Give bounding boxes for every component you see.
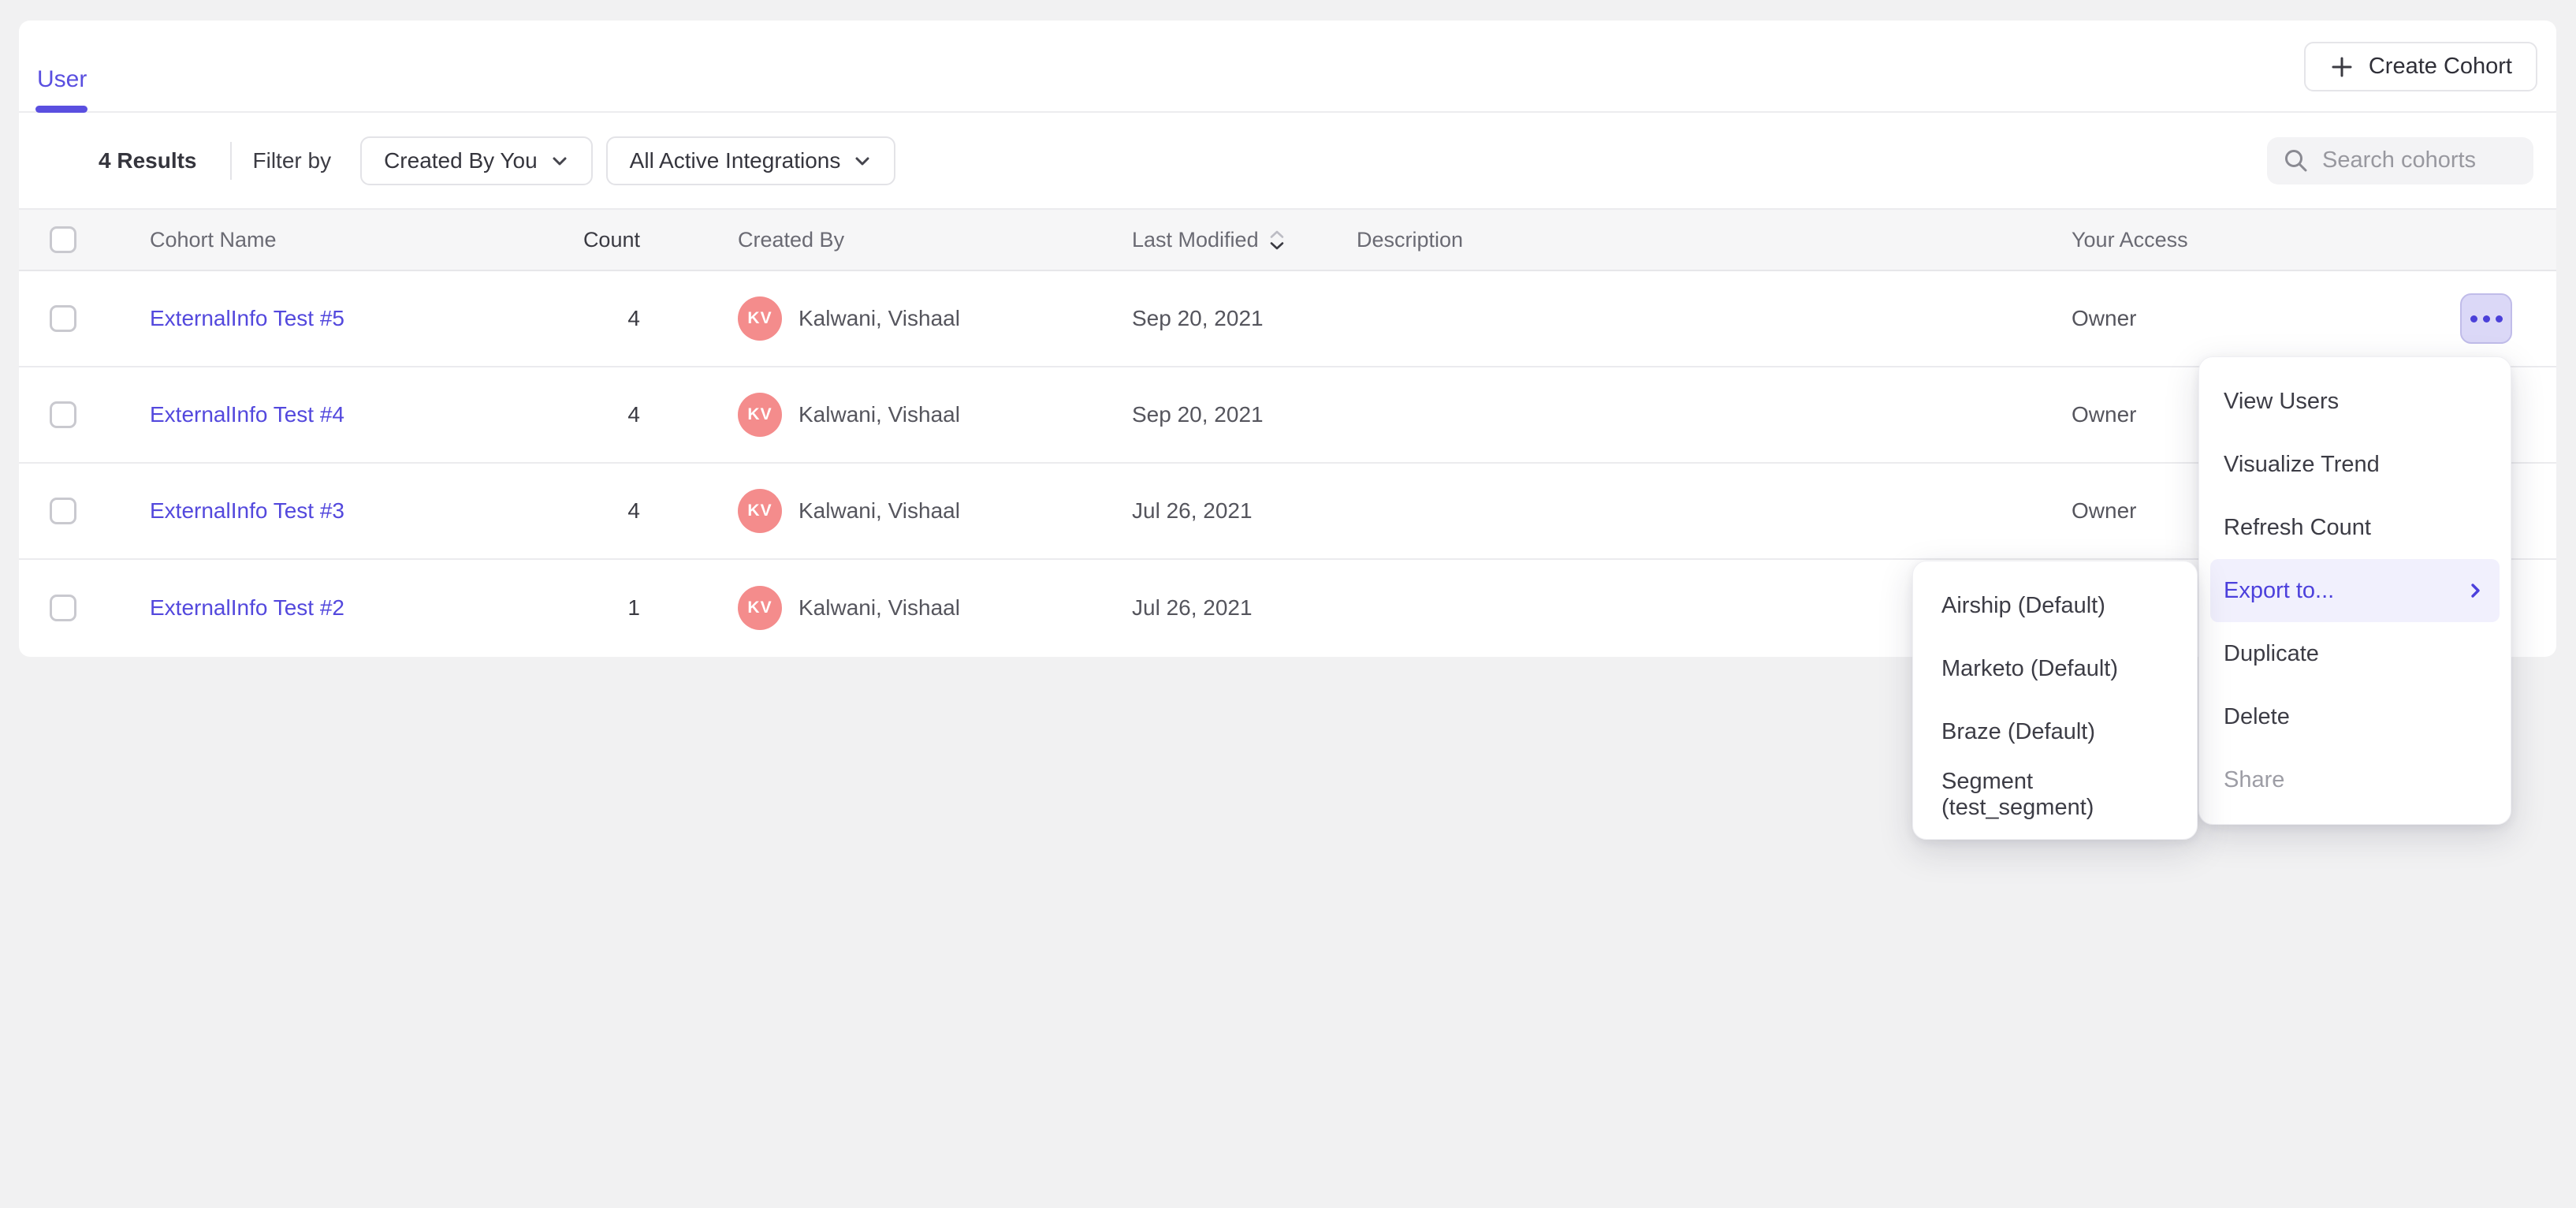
avatar: KV bbox=[738, 296, 782, 341]
last-modified-date: Sep 20, 2021 bbox=[1132, 306, 1357, 331]
column-header-name[interactable]: Cohort Name bbox=[150, 228, 545, 252]
access-cell: Owner bbox=[2072, 306, 2308, 331]
menu-item-view-users[interactable]: View Users bbox=[2210, 370, 2500, 433]
context-menu: View Users Visualize Trend Refresh Count… bbox=[2198, 356, 2511, 825]
last-modified-date: Sep 20, 2021 bbox=[1132, 402, 1357, 427]
search-box bbox=[2267, 137, 2533, 185]
table-row: ExternalInfo Test #4 4 KV Kalwani, Visha… bbox=[19, 367, 2556, 464]
filter-by-label: Filter by bbox=[253, 148, 332, 173]
tab-active-underline bbox=[35, 106, 87, 113]
integrations-dropdown[interactable]: All Active Integrations bbox=[606, 136, 896, 185]
cohort-count: 4 bbox=[545, 498, 640, 524]
menu-item-visualize-trend[interactable]: Visualize Trend bbox=[2210, 433, 2500, 496]
column-header-count[interactable]: Count bbox=[545, 228, 640, 252]
create-cohort-button[interactable]: Create Cohort bbox=[2304, 42, 2537, 91]
menu-item-duplicate[interactable]: Duplicate bbox=[2210, 622, 2500, 685]
avatar: KV bbox=[738, 393, 782, 437]
submenu-item-airship[interactable]: Airship (Default) bbox=[1924, 574, 2186, 637]
filter-bar: 4 Results Filter by Created By You All A… bbox=[19, 113, 2556, 208]
sort-desc-icon bbox=[1270, 230, 1284, 250]
select-all-checkbox[interactable] bbox=[50, 226, 76, 253]
chevron-down-icon bbox=[550, 151, 569, 170]
create-cohort-label: Create Cohort bbox=[2369, 54, 2512, 80]
creator-name: Kalwani, Vishaal bbox=[798, 402, 960, 427]
column-header-access: Your Access bbox=[2072, 228, 2308, 252]
menu-item-export-to-label: Export to... bbox=[2224, 578, 2334, 604]
cohort-name-link[interactable]: ExternalInfo Test #2 bbox=[150, 595, 344, 620]
results-count: 4 Results bbox=[99, 148, 197, 173]
export-submenu: Airship (Default) Marketo (Default) Braz… bbox=[1912, 561, 2198, 840]
cohort-name-link[interactable]: ExternalInfo Test #3 bbox=[150, 498, 344, 523]
creator-name: Kalwani, Vishaal bbox=[798, 498, 960, 524]
menu-item-refresh-count[interactable]: Refresh Count bbox=[2210, 496, 2500, 559]
row-checkbox[interactable] bbox=[50, 595, 76, 621]
menu-item-delete[interactable]: Delete bbox=[2210, 685, 2500, 748]
search-input[interactable] bbox=[2322, 147, 2518, 173]
creator-name: Kalwani, Vishaal bbox=[798, 306, 960, 331]
submenu-item-braze[interactable]: Braze (Default) bbox=[1924, 700, 2186, 763]
table-header: Cohort Name Count Created By Last Modifi… bbox=[19, 208, 2556, 271]
column-header-created-by[interactable]: Created By bbox=[640, 228, 1132, 252]
row-checkbox[interactable] bbox=[50, 498, 76, 524]
cohort-count: 1 bbox=[545, 595, 640, 621]
cohort-name-link[interactable]: ExternalInfo Test #4 bbox=[150, 402, 344, 427]
last-modified-date: Jul 26, 2021 bbox=[1132, 498, 1357, 524]
avatar: KV bbox=[738, 586, 782, 630]
creator-name: Kalwani, Vishaal bbox=[798, 595, 960, 621]
column-header-last-modified-label: Last Modified bbox=[1132, 228, 1259, 252]
menu-item-share: Share bbox=[2210, 748, 2500, 811]
tab-bar: User Create Cohort bbox=[19, 21, 2556, 113]
created-by-dropdown[interactable]: Created By You bbox=[360, 136, 593, 185]
avatar: KV bbox=[738, 489, 782, 533]
divider bbox=[230, 142, 232, 180]
submenu-item-segment[interactable]: Segment (test_segment) bbox=[1924, 763, 2186, 826]
search-icon bbox=[2283, 147, 2310, 174]
created-by-dropdown-label: Created By You bbox=[384, 148, 538, 173]
table-row: ExternalInfo Test #5 4 KV Kalwani, Visha… bbox=[19, 271, 2556, 367]
column-header-last-modified[interactable]: Last Modified bbox=[1132, 228, 1357, 252]
submenu-item-marketo[interactable]: Marketo (Default) bbox=[1924, 637, 2186, 700]
menu-item-export-to[interactable]: Export to... bbox=[2210, 559, 2500, 622]
last-modified-date: Jul 26, 2021 bbox=[1132, 595, 1357, 621]
ellipsis-icon bbox=[2470, 315, 2477, 323]
tab-user[interactable]: User bbox=[37, 66, 87, 93]
plus-icon bbox=[2329, 54, 2355, 80]
chevron-right-icon bbox=[2466, 582, 2484, 599]
column-header-description: Description bbox=[1357, 228, 2072, 252]
cohort-name-link[interactable]: ExternalInfo Test #5 bbox=[150, 306, 344, 330]
table-row: ExternalInfo Test #3 4 KV Kalwani, Visha… bbox=[19, 464, 2556, 560]
row-checkbox[interactable] bbox=[50, 401, 76, 428]
row-checkbox[interactable] bbox=[50, 305, 76, 332]
cohort-count: 4 bbox=[545, 306, 640, 331]
integrations-dropdown-label: All Active Integrations bbox=[630, 148, 841, 173]
chevron-down-icon bbox=[853, 151, 872, 170]
row-actions-button[interactable] bbox=[2460, 293, 2512, 344]
cohort-count: 4 bbox=[545, 402, 640, 427]
